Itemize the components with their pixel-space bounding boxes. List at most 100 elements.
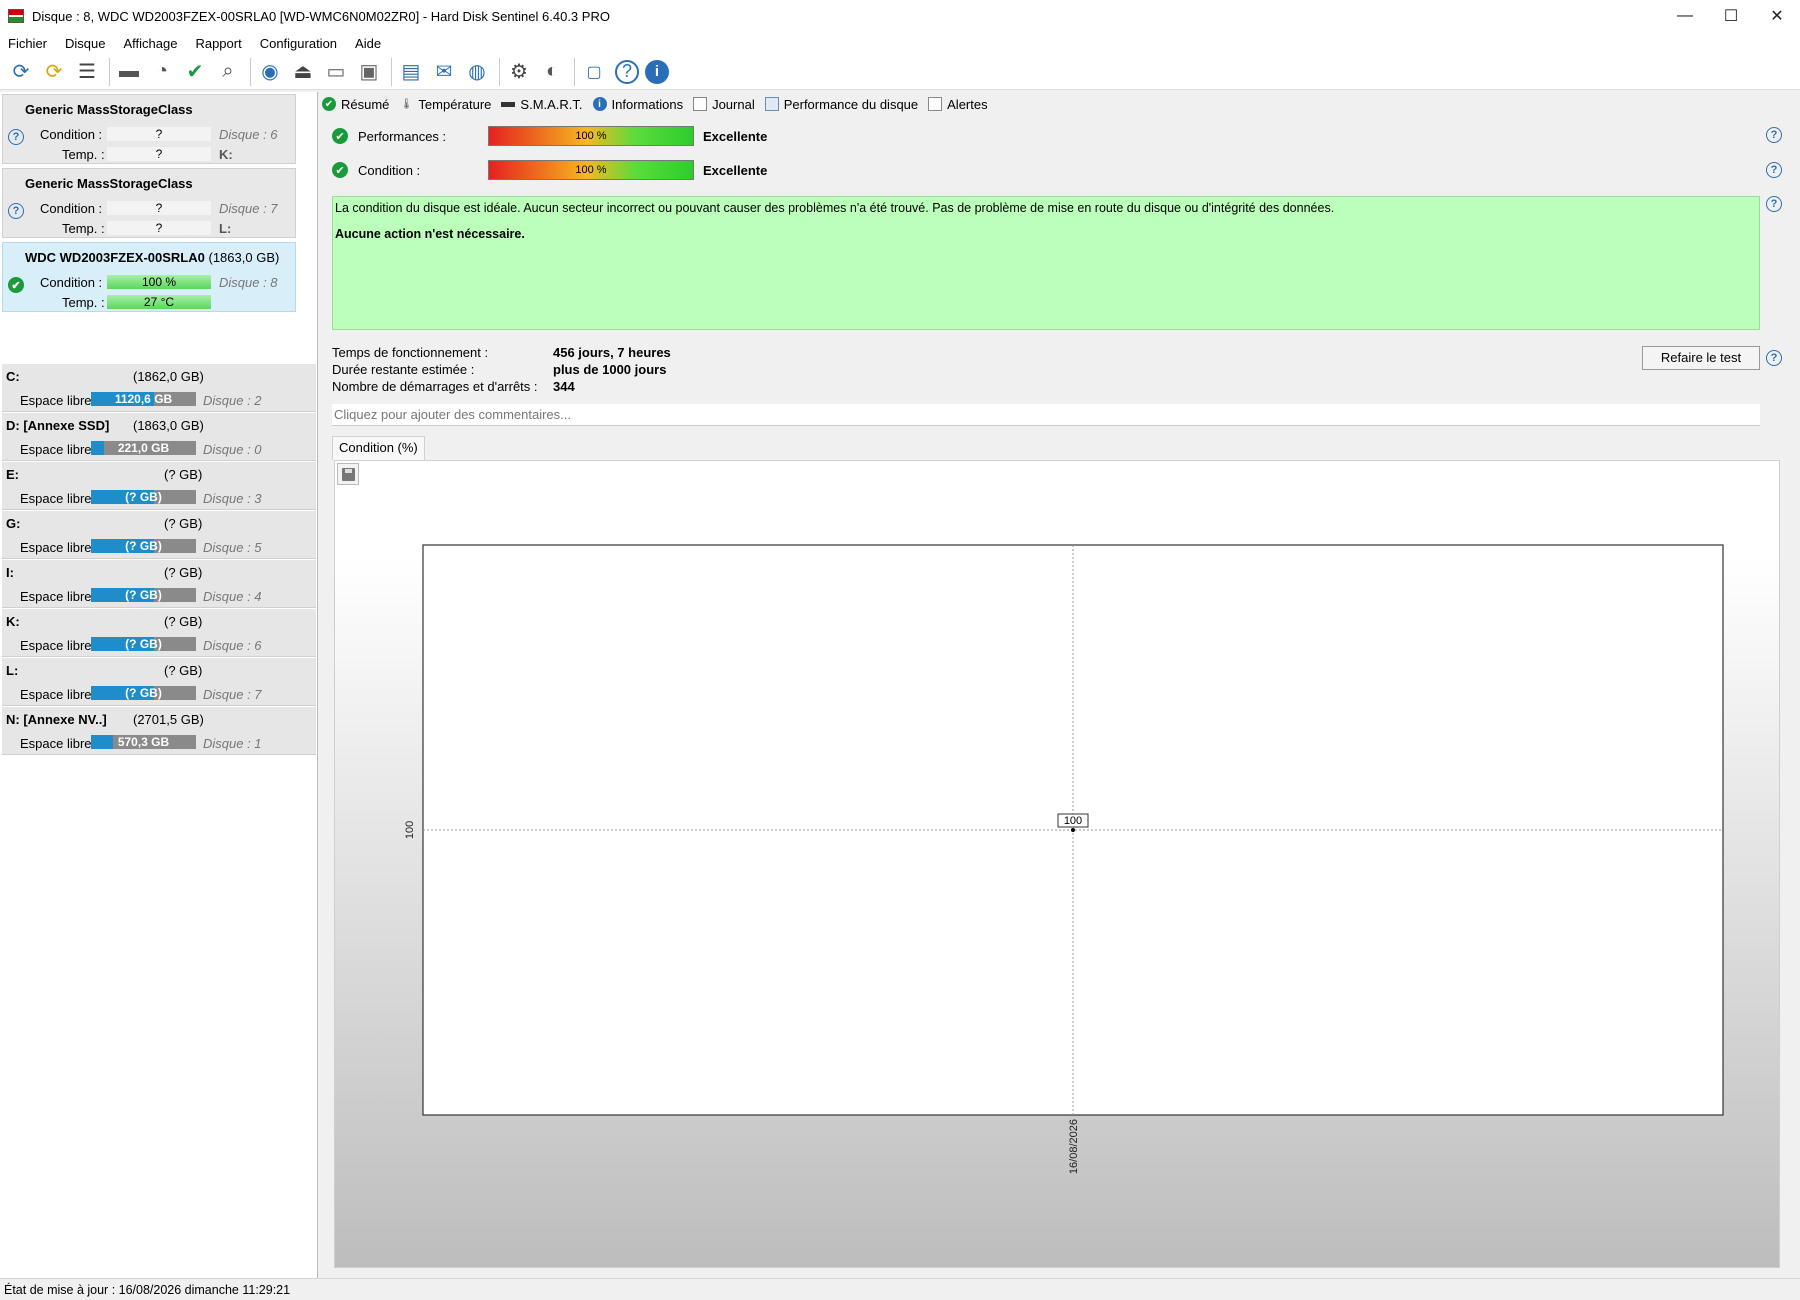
toolbar-separator: [109, 57, 110, 86]
settings-icon[interactable]: ⚙: [504, 57, 534, 87]
free-space-bar: (? GB): [91, 686, 196, 700]
disk-card[interactable]: Generic MassStorageClass ? Condition : ?…: [2, 168, 296, 238]
window-title: Disque : 8, WDC WD2003FZEX-00SRLA0 [WD-W…: [32, 8, 610, 24]
save-icon: [341, 467, 355, 481]
partition-item[interactable]: I: (? GB) Espace libre (? GB) Disque : 4: [2, 560, 316, 608]
partition-name: I:: [6, 565, 14, 580]
free-space-label: Espace libre: [20, 540, 92, 555]
help-icon[interactable]: ?: [1766, 127, 1782, 143]
menu-fichier[interactable]: Fichier: [2, 36, 53, 51]
free-space-label: Espace libre: [20, 589, 92, 604]
close-button[interactable]: ✕: [1754, 0, 1800, 32]
drive-letter: K:: [219, 147, 233, 162]
toolbar-separator: [391, 57, 392, 86]
ok-status-icon: ✔: [332, 162, 348, 178]
camera-icon[interactable]: ▢: [579, 57, 609, 87]
menu-aide[interactable]: Aide: [349, 36, 387, 51]
maximize-button[interactable]: ☐: [1708, 0, 1754, 32]
tab-informations[interactable]: i Informations: [592, 96, 684, 112]
partition-item[interactable]: N: [Annexe NV..] (2701,5 GB) Espace libr…: [2, 707, 316, 755]
refresh-icon[interactable]: ⟳: [6, 57, 36, 87]
refresh-warning-icon[interactable]: ⟳: [39, 57, 69, 87]
condition-chart: 100 16/08/2026 100: [404, 544, 1724, 1174]
drive-letter: L:: [219, 221, 232, 236]
disk-list-panel: Generic MassStorageClass ? Condition : ?…: [0, 92, 318, 1280]
toolbar-separator: [574, 57, 575, 86]
menu-disque[interactable]: Disque: [59, 36, 111, 51]
menu-bar: Fichier Disque Affichage Rapport Configu…: [0, 32, 1800, 54]
partition-item[interactable]: C: (1862,0 GB) Espace libre 1120,6 GB Di…: [2, 364, 316, 412]
save-chart-button[interactable]: [337, 463, 359, 485]
disk-card-selected[interactable]: WDC WD2003FZEX-00SRLA0 (1863,0 GB) ✔ Con…: [2, 242, 296, 312]
free-space-bar: (? GB): [91, 588, 196, 602]
toolbar-separator: [499, 57, 500, 86]
sound-icon[interactable]: ◐: [537, 57, 567, 87]
document-icon: [693, 97, 708, 111]
partition-name: N: [Annexe NV..]: [6, 712, 107, 727]
ok-status-icon: ✔: [332, 128, 348, 144]
tab-label: Informations: [611, 96, 684, 112]
alerts-icon: [928, 97, 943, 111]
chart-tab-condition[interactable]: Condition (%): [332, 436, 425, 460]
condition-value: ?: [107, 201, 211, 215]
disk-card[interactable]: Generic MassStorageClass ? Condition : ?…: [2, 94, 296, 164]
partition-item[interactable]: G: (? GB) Espace libre (? GB) Disque : 5: [2, 511, 316, 559]
comment-input[interactable]: [332, 404, 1760, 426]
tab-bar: ✔ Résumé 🌡 Température S.M.A.R.T. i Informa…: [322, 92, 998, 116]
help-icon[interactable]: ?: [1766, 350, 1782, 366]
globe-disk-icon[interactable]: ◉: [255, 57, 285, 87]
partition-item[interactable]: D: [Annexe SSD] (1863,0 GB) Espace libre…: [2, 413, 316, 461]
partition-item[interactable]: K: (? GB) Espace libre (? GB) Disque : 6: [2, 609, 316, 657]
partition-disk-number: Disque : 1: [203, 736, 262, 751]
condition-value: ?: [107, 127, 211, 141]
tab-alertes[interactable]: Alertes: [928, 97, 988, 112]
performance-verdict: Excellente: [703, 128, 768, 144]
remaining-label: Durée restante estimée :: [332, 362, 475, 377]
help-icon[interactable]: ?: [1766, 196, 1782, 212]
tab-label: Température: [418, 96, 492, 112]
disk-check-icon[interactable]: ✔: [180, 57, 210, 87]
disk-list-icon[interactable]: ☰: [72, 57, 102, 87]
partition-disk-number: Disque : 5: [203, 540, 262, 555]
info-icon[interactable]: i: [645, 59, 669, 84]
info-icon: i: [592, 97, 607, 111]
eject-icon[interactable]: ⏏: [288, 57, 318, 87]
tab-resume[interactable]: ✔ Résumé: [322, 97, 389, 112]
disk-icon: [501, 101, 516, 107]
partition-name: L:: [6, 663, 19, 678]
network-icon[interactable]: ◍: [462, 57, 492, 87]
email-icon[interactable]: ✉: [429, 57, 459, 87]
action-message: Aucune action n'est nécessaire.: [335, 227, 525, 241]
tab-journal[interactable]: Journal: [693, 97, 755, 112]
free-space-bar: 1120,6 GB: [91, 392, 196, 406]
report-icon[interactable]: ▤: [396, 57, 426, 87]
menu-configuration[interactable]: Configuration: [254, 36, 343, 51]
drive-bay-icon[interactable]: ▣: [354, 57, 384, 87]
partition-size: (1862,0 GB): [133, 369, 204, 384]
free-space-bar: (? GB): [91, 637, 196, 651]
free-space-label: Espace libre: [20, 491, 92, 506]
temp-value: ?: [107, 147, 211, 161]
help-icon[interactable]: ?: [615, 59, 639, 84]
condition-label: Condition :: [358, 162, 421, 178]
partition-item[interactable]: E: (? GB) Espace libre (? GB) Disque : 3: [2, 462, 316, 510]
menu-rapport[interactable]: Rapport: [189, 36, 247, 51]
drive-icon[interactable]: ▭: [321, 57, 351, 87]
y-tick-label: 100: [404, 821, 416, 839]
disk-clock-icon[interactable]: ◔: [147, 57, 177, 87]
retest-button[interactable]: Refaire le test: [1642, 346, 1760, 370]
partition-item[interactable]: L: (? GB) Espace libre (? GB) Disque : 7: [2, 658, 316, 706]
condition-label: Condition :: [40, 275, 103, 290]
toolbar: ⟳ ⟳ ☰ ▬ ◔ ✔ ⌕ ◉ ⏏ ▭ ▣ ▤ ✉ ◍ ⚙ ◐ ▢ ? i: [0, 54, 1800, 90]
disk-search-icon[interactable]: ⌕: [213, 57, 243, 87]
minimize-button[interactable]: —: [1662, 0, 1708, 32]
partition-size: (? GB): [164, 516, 203, 531]
tab-smart[interactable]: S.M.A.R.T.: [501, 97, 583, 112]
disk-icon[interactable]: ▬: [114, 57, 144, 87]
tab-performance[interactable]: Performance du disque: [764, 97, 918, 112]
menu-affichage[interactable]: Affichage: [117, 36, 183, 51]
uptime-value: 456 jours, 7 heures: [553, 345, 671, 360]
disk-name: Generic MassStorageClass: [25, 176, 193, 191]
tab-temperature[interactable]: 🌡 Température: [399, 97, 491, 112]
help-icon[interactable]: ?: [1766, 162, 1782, 178]
